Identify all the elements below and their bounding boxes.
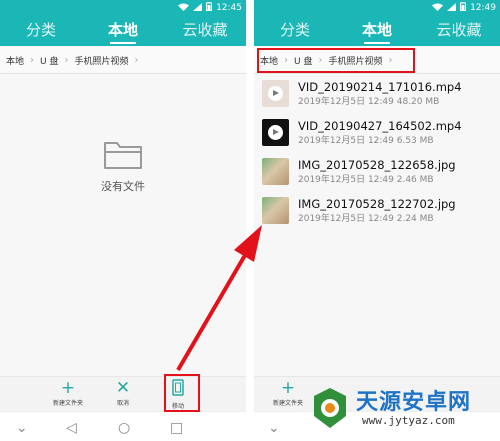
watermark-logo-icon bbox=[310, 386, 350, 434]
watermark-url: www.jytyaz.com bbox=[362, 414, 455, 427]
watermark-brand: 天源安卓网 bbox=[356, 390, 472, 415]
annotation-arrow bbox=[176, 225, 262, 372]
watermark: 天源安卓网 www.jytyaz.com bbox=[302, 380, 500, 441]
